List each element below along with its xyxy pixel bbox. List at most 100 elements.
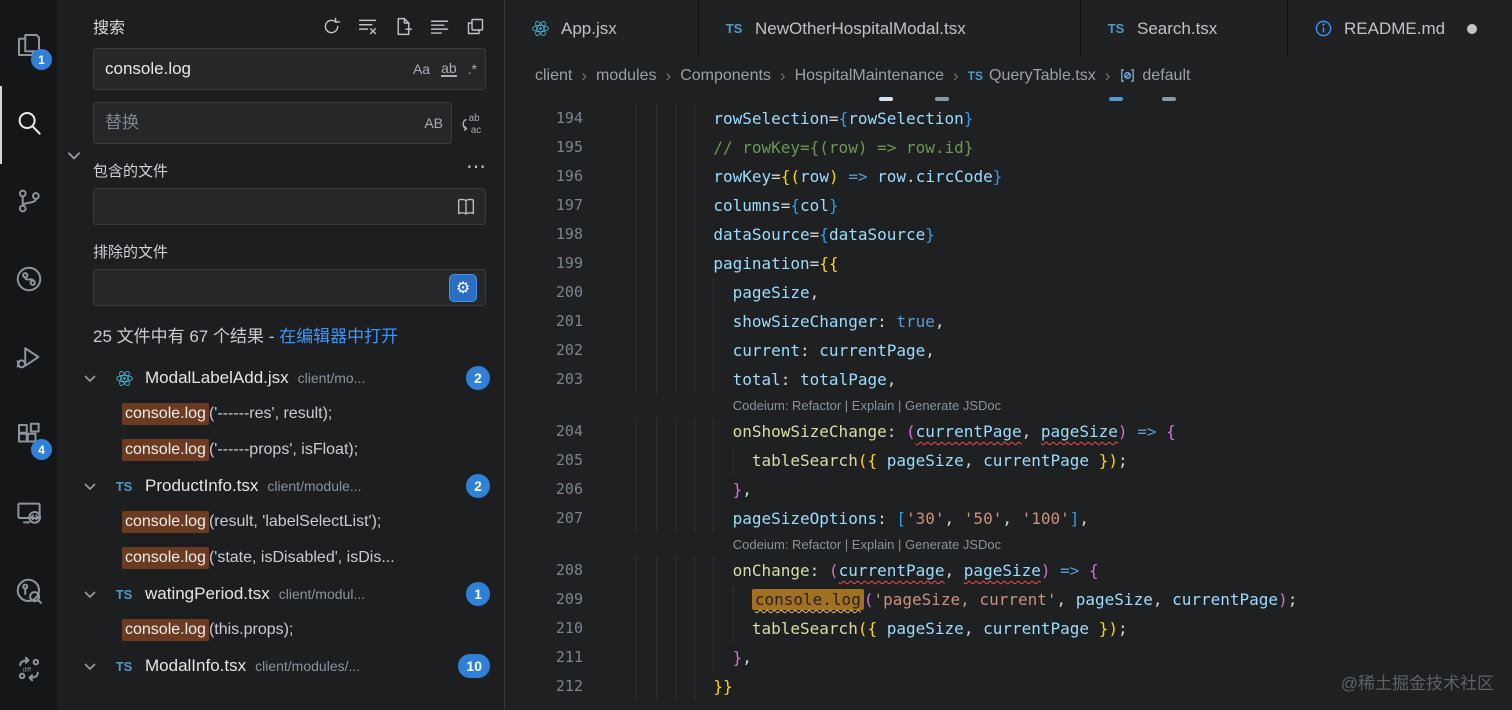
code-line-content[interactable]: tableSearch({ pageSize, currentPage }); xyxy=(617,614,1512,643)
code-line-content[interactable]: columns={col} xyxy=(617,191,1512,220)
replace-all-button[interactable]: ab ac xyxy=(460,110,486,136)
activity-item-search[interactable] xyxy=(0,86,57,164)
code-line-content[interactable]: pageSize, xyxy=(617,278,1512,307)
code-line-content[interactable]: // rowKey={(row) => row.id} xyxy=(617,133,1512,162)
result-file-row[interactable]: ModalLabelAdd.jsx client/mo... 2 xyxy=(57,360,504,396)
line-number[interactable]: 206 xyxy=(505,475,617,504)
line-number[interactable]: 201 xyxy=(505,307,617,336)
view-as-list-icon[interactable] xyxy=(429,16,450,37)
code-line-content[interactable]: showSizeChanger: true, xyxy=(617,307,1512,336)
indent-guide xyxy=(636,162,638,191)
files-exclude-input[interactable] xyxy=(105,277,449,298)
line-number[interactable]: 202 xyxy=(505,336,617,365)
tab-NewOtherHospitalModal.tsx[interactable]: TS NewOtherHospitalModal.tsx xyxy=(699,0,1081,57)
activity-item-git-diff[interactable]: diff xyxy=(0,632,57,710)
line-number[interactable]: 203 xyxy=(505,365,617,394)
code-line-content[interactable]: tableSearch({ pageSize, currentPage }); xyxy=(617,446,1512,475)
files-include-input[interactable] xyxy=(105,196,455,217)
line-number[interactable]: 211 xyxy=(505,643,617,672)
code-line-content[interactable]: rowKey={(row) => row.circCode} xyxy=(617,162,1512,191)
result-file-row[interactable]: TS ProductInfo.tsx client/module... 2 xyxy=(57,468,504,504)
line-number[interactable]: 209 xyxy=(505,585,617,614)
modified-dot-icon[interactable] xyxy=(1467,23,1478,34)
toggle-search-details-button[interactable]: ⋯ xyxy=(466,154,488,179)
line-number[interactable]: 210 xyxy=(505,614,617,643)
code-line-content[interactable]: total: totalPage, xyxy=(617,365,1512,394)
code-line-content[interactable]: }, xyxy=(617,643,1512,672)
indent-guide xyxy=(655,643,657,672)
line-number[interactable]: 208 xyxy=(505,556,617,585)
activity-item-git-graph[interactable] xyxy=(0,242,57,320)
result-file-row[interactable]: TS ModalInfo.tsx client/modules/... 10 xyxy=(57,648,504,684)
line-number[interactable]: 205 xyxy=(505,446,617,475)
breadcrumb-item-QueryTable.tsx[interactable]: TS QueryTable.tsx xyxy=(968,67,1096,85)
code-line-content[interactable]: pageSizeOptions: ['30', '50', '100'], xyxy=(617,504,1512,533)
clear-results-icon[interactable] xyxy=(357,16,378,37)
refresh-icon[interactable] xyxy=(321,16,342,37)
match-case-icon[interactable]: Aa xyxy=(413,61,430,77)
breadcrumb-item-modules[interactable]: modules xyxy=(596,67,656,85)
code-line-content[interactable]: pagination={{ xyxy=(617,249,1512,278)
chevron-down-icon[interactable] xyxy=(82,586,102,602)
match-highlight: console.log xyxy=(122,619,209,641)
code-line-content[interactable]: onChange: (currentPage, pageSize) => { xyxy=(617,556,1512,585)
activity-item-gitlens[interactable] xyxy=(0,554,57,632)
breadcrumb-item-Components[interactable]: Components xyxy=(680,67,771,85)
code-editor[interactable]: 194 rowSelection={rowSelection} 195// rowK… xyxy=(505,94,1512,710)
breadcrumb-item-default[interactable]: default xyxy=(1119,67,1190,85)
exclude-settings-gear-icon[interactable]: ⚙ xyxy=(449,273,477,302)
code-line-content[interactable]: }} xyxy=(617,672,1512,701)
toggle-replace-button[interactable] xyxy=(65,146,83,167)
open-in-editor-link[interactable]: 在编辑器中打开 xyxy=(279,327,398,346)
result-match-row[interactable]: console.log (result, 'labelSelectList'); xyxy=(57,504,504,540)
activity-item-source-control[interactable] xyxy=(0,164,57,242)
line-number[interactable]: 198 xyxy=(505,220,617,249)
regex-icon[interactable]: .* xyxy=(468,61,477,77)
line-number[interactable]: 197 xyxy=(505,191,617,220)
result-match-row[interactable]: console.log ('------res', result); xyxy=(57,396,504,432)
code-line-content[interactable]: console.log ('pageSize, current', pageSiz… xyxy=(617,585,1512,614)
search-input[interactable] xyxy=(105,59,402,79)
line-number[interactable]: 194 xyxy=(505,104,617,133)
activity-item-remote-explorer[interactable] xyxy=(0,476,57,554)
preserve-case-icon[interactable]: AB xyxy=(424,115,443,131)
code-token: true xyxy=(896,312,935,331)
line-number[interactable]: 195 xyxy=(505,133,617,162)
chevron-down-icon[interactable] xyxy=(82,658,102,674)
result-match-row[interactable]: console.log (this.props); xyxy=(57,612,504,648)
tab-Search.tsx[interactable]: TS Search.tsx xyxy=(1081,0,1288,57)
tab-README.md[interactable]: README.md xyxy=(1288,0,1512,57)
code-line-content[interactable]: dataSource={dataSource} xyxy=(617,220,1512,249)
line-number[interactable]: 196 xyxy=(505,162,617,191)
result-match-row[interactable]: console.log ('state, isDisabled', isDis..… xyxy=(57,540,504,576)
code-line-content[interactable]: onShowSizeChange: (currentPage, pageSize… xyxy=(617,417,1512,446)
open-editors-book-icon[interactable] xyxy=(455,196,477,218)
result-match-row[interactable]: console.log ('------props', isFloat); xyxy=(57,432,504,468)
chevron-down-icon[interactable] xyxy=(82,478,102,494)
code-line-content[interactable]: current: currentPage, xyxy=(617,336,1512,365)
line-number[interactable]: 212 xyxy=(505,672,617,701)
code-line-194: 194 rowSelection={rowSelection} xyxy=(505,104,1512,133)
whole-word-icon[interactable]: ab xyxy=(441,60,457,78)
new-search-editor-icon[interactable] xyxy=(393,16,414,37)
line-number[interactable]: 207 xyxy=(505,504,617,533)
breadcrumb-item-HospitalMaintenance[interactable]: HospitalMaintenance xyxy=(795,67,944,85)
line-number[interactable]: 204 xyxy=(505,417,617,446)
code-line-content[interactable]: }, xyxy=(617,475,1512,504)
activity-item-run-debug[interactable] xyxy=(0,320,57,398)
replace-input[interactable] xyxy=(105,113,414,133)
code-token: [ xyxy=(896,509,906,528)
code-line-content[interactable]: rowSelection={rowSelection} xyxy=(617,104,1512,133)
tab-App.jsx[interactable]: App.jsx xyxy=(505,0,699,57)
breadcrumb-item-client[interactable]: client xyxy=(535,67,572,85)
codelens-codeium[interactable]: Codeium: Refactor | Explain | Generate J… xyxy=(505,533,1512,556)
chevron-down-icon[interactable] xyxy=(82,370,102,386)
line-number[interactable]: 199 xyxy=(505,249,617,278)
line-number[interactable]: 200 xyxy=(505,278,617,307)
activity-item-extensions[interactable]: 4 xyxy=(0,398,57,476)
codelens-codeium[interactable]: Codeium: Refactor | Explain | Generate J… xyxy=(505,394,1512,417)
collapse-all-icon[interactable] xyxy=(465,16,486,37)
activity-item-explorer[interactable]: 1 xyxy=(0,8,57,86)
code-token: ; xyxy=(1287,590,1298,609)
result-file-row[interactable]: TS watingPeriod.tsx client/modul... 1 xyxy=(57,576,504,612)
